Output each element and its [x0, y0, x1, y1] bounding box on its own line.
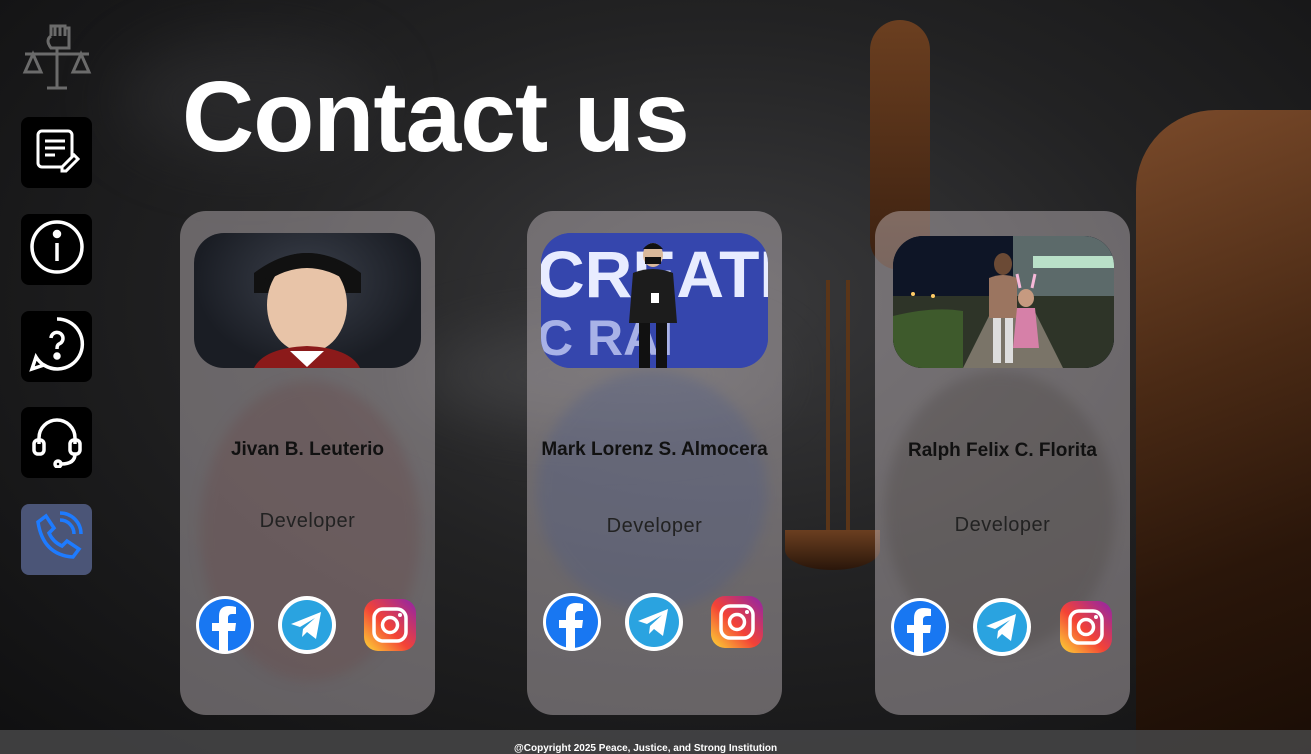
document-edit-icon	[34, 127, 80, 178]
profile-photo: CREATI C RAI	[541, 233, 768, 368]
phone-call-icon	[30, 510, 84, 569]
profile-photo	[194, 233, 421, 368]
nav-info-button[interactable]	[21, 214, 92, 285]
contact-name: Mark Lorenz S. Almocera	[541, 439, 768, 460]
contact-card: Ralph Felix C. Florita Developer	[875, 211, 1130, 715]
scale-chain	[846, 280, 850, 540]
profile-photo	[893, 236, 1114, 368]
telegram-icon[interactable]	[277, 595, 337, 655]
headset-support-icon	[29, 412, 85, 473]
telegram-icon[interactable]	[972, 597, 1032, 657]
instagram-icon[interactable]	[1056, 597, 1116, 657]
facebook-icon[interactable]	[542, 592, 602, 652]
nav-contact-button[interactable]	[21, 504, 92, 575]
contact-card: Jivan B. Leuterio Developer	[180, 211, 435, 715]
instagram-icon[interactable]	[707, 592, 767, 652]
contact-card: CREATI C RAI Mark Lorenz S. Almocera Dev…	[527, 211, 782, 715]
copyright-text: @Copyright 2025 Peace, Justice, and Stro…	[514, 743, 778, 754]
info-icon	[29, 219, 85, 280]
nav-help-button[interactable]	[21, 311, 92, 382]
question-bubble-icon	[28, 316, 85, 377]
lady-justice-statue	[1136, 110, 1311, 754]
contact-role: Developer	[259, 510, 356, 532]
contact-role: Developer	[954, 514, 1051, 536]
telegram-icon[interactable]	[624, 592, 684, 652]
card-photo-reflection	[537, 371, 767, 611]
scale-plate	[785, 530, 880, 570]
instagram-icon[interactable]	[360, 595, 420, 655]
page-title: Contact us	[182, 61, 690, 173]
contact-name: Ralph Felix C. Florita	[908, 440, 1097, 461]
nav-support-button[interactable]	[21, 407, 92, 478]
justice-fist-scales-icon	[21, 18, 93, 92]
scale-chain	[826, 280, 830, 540]
facebook-icon[interactable]	[195, 595, 255, 655]
footer: @Copyright 2025 Peace, Justice, and Stro…	[0, 730, 1311, 754]
contact-role: Developer	[606, 515, 703, 537]
facebook-icon[interactable]	[890, 597, 950, 657]
nav-document-button[interactable]	[21, 117, 92, 188]
contact-name: Jivan B. Leuterio	[230, 439, 385, 460]
